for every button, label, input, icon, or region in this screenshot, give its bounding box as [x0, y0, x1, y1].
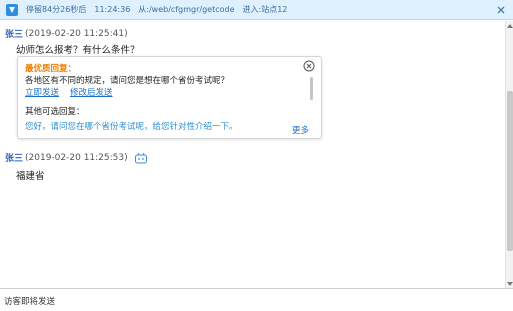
scroll-down-icon[interactable]: [506, 280, 513, 288]
visitor-info-bar: 停留84分26秒后 11:24:36 从:/web/cfgmgr/getcode…: [0, 0, 513, 20]
message-sender: 张三: [5, 154, 24, 164]
message-text: 幼师怎么报考？有什么条件？: [16, 45, 140, 56]
send-now-link[interactable]: 立即发送: [25, 86, 59, 98]
visitor-stay-duration: 停留84分26秒后: [26, 5, 87, 14]
message-sender: 张三: [5, 30, 24, 40]
visitor-source-path: 从:/web/cfgmgr/getcode: [138, 5, 235, 14]
message-text: 福建省: [16, 171, 45, 182]
reply-suggestion-card: 最优质回复： 各地区有不同的规定，请问您是想在哪个省份考试呢？ 立即发送 修改后…: [17, 56, 322, 139]
robot-icon[interactable]: [134, 152, 148, 164]
close-icon[interactable]: [495, 4, 507, 16]
message-header: 张三 (2019-02-20 11:25:53): [5, 151, 148, 164]
reply-scrollbar[interactable]: [310, 77, 313, 100]
visitor-typing-hint: 访客即将发送: [4, 297, 56, 307]
chat-log: 张三 (2019-02-20 11:25:41) 幼师怎么报考？有什么条件？ 最…: [0, 21, 505, 288]
other-reply-option[interactable]: 您好，请问您在哪个省份考试呢，给您针对性介绍一下。: [25, 120, 238, 132]
message-header: 张三 (2019-02-20 11:25:41): [5, 27, 128, 41]
best-reply-title: 最优质回复：: [25, 64, 77, 74]
close-circle-icon[interactable]: [303, 60, 315, 72]
scroll-up-icon[interactable]: [506, 21, 513, 29]
best-reply-text: 各地区有不同的规定，请问您是想在哪个省份考试呢？: [25, 76, 230, 86]
chat-scrollbar[interactable]: [505, 21, 513, 288]
message-input-area[interactable]: 访客即将发送: [0, 289, 513, 311]
other-replies-title: 其他可选回复：: [25, 107, 85, 117]
visitor-entry-site: 进入:站点12: [242, 5, 288, 14]
scroll-thumb[interactable]: [507, 91, 513, 251]
more-replies-link[interactable]: 更多: [292, 124, 309, 136]
edit-and-send-link[interactable]: 修改后发送: [70, 86, 113, 98]
message-timestamp: (2019-02-20 11:25:53): [25, 152, 128, 163]
visitor-app-icon: [6, 3, 18, 16]
message-timestamp: (2019-02-20 11:25:41): [25, 28, 128, 39]
visitor-visit-time: 11:24:36: [94, 5, 131, 14]
